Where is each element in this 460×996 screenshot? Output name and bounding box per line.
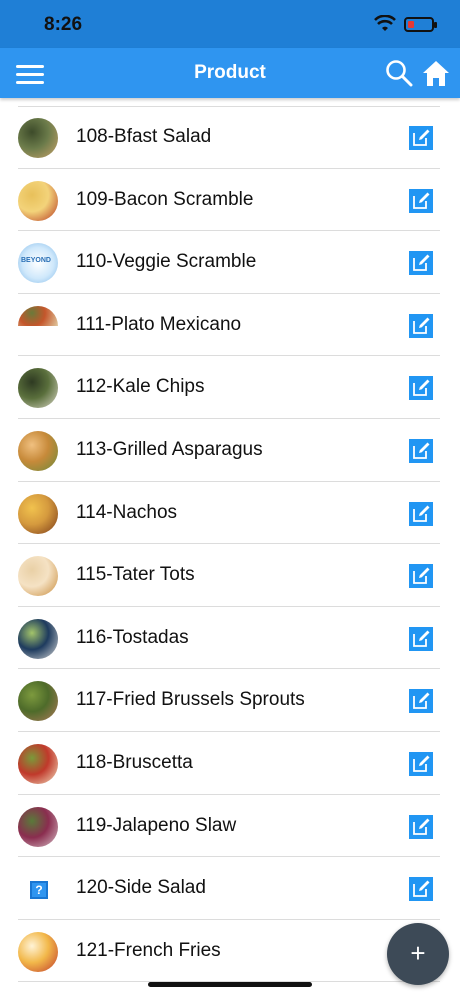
product-row[interactable]: ? 120-Side Salad <box>0 857 460 920</box>
product-thumbnail <box>18 493 58 534</box>
status-time: 8:26 <box>44 14 83 35</box>
product-name: 114-Nachos <box>76 501 178 523</box>
product-name: 120-Side Salad <box>76 877 206 899</box>
product-name: 115-Tater Tots <box>76 564 195 586</box>
brand-logo-text: BEYOND <box>21 257 51 265</box>
product-name: 112-Kale Chips <box>76 376 205 398</box>
product-name: 113-Grilled Asparagus <box>76 438 263 460</box>
product-thumbnail <box>18 806 58 847</box>
search-icon[interactable] <box>385 59 413 87</box>
product-row[interactable]: 113-Grilled Asparagus <box>0 419 460 482</box>
edit-icon[interactable] <box>409 689 433 714</box>
edit-icon[interactable] <box>409 564 433 589</box>
status-icons <box>374 15 437 33</box>
product-row[interactable]: 114-Nachos <box>0 482 460 545</box>
product-name: 108-Bfast Salad <box>76 126 212 147</box>
product-thumbnail: BEYOND <box>18 243 58 284</box>
status-bar: 8:26 <box>0 0 460 48</box>
product-row[interactable]: 109-Bacon Scramble <box>0 169 460 232</box>
wifi-icon <box>374 15 396 31</box>
edit-icon[interactable] <box>409 438 433 463</box>
edit-icon[interactable] <box>409 751 433 776</box>
product-name: 110-Veggie Scramble <box>76 251 257 273</box>
product-thumbnail <box>18 118 58 158</box>
product-row[interactable]: 118-Bruscetta <box>0 732 460 795</box>
edit-icon[interactable] <box>409 251 433 276</box>
product-row[interactable]: 119-Jalapeno Slaw <box>0 795 460 858</box>
nav-bar: Product <box>0 48 460 98</box>
product-name: 116-Tostadas <box>76 626 189 648</box>
edit-icon[interactable] <box>409 126 433 150</box>
product-name: 119-Jalapeno Slaw <box>76 814 237 836</box>
edit-icon[interactable] <box>409 501 433 526</box>
product-name: 118-Bruscetta <box>76 751 193 773</box>
product-thumbnail <box>18 618 58 659</box>
product-name: 111-Plato Mexicano <box>76 313 242 335</box>
edit-icon[interactable] <box>409 877 433 902</box>
product-row[interactable]: 115-Tater Tots <box>0 544 460 607</box>
product-row[interactable]: BEYOND 110-Veggie Scramble <box>0 231 460 294</box>
product-name: 117-Fried Brussels Sprouts <box>76 689 305 711</box>
product-row[interactable]: 117-Fried Brussels Sprouts <box>0 669 460 732</box>
product-thumbnail <box>18 931 58 972</box>
home-icon[interactable] <box>421 58 451 88</box>
product-thumbnail <box>18 305 58 326</box>
product-row[interactable]: 112-Kale Chips <box>0 356 460 419</box>
battery-icon <box>404 16 437 32</box>
product-thumbnail <box>18 430 58 471</box>
product-thumbnail <box>18 368 58 409</box>
edit-icon[interactable] <box>409 188 433 213</box>
product-name: 121-French Fries <box>76 939 221 961</box>
image-placeholder-icon: ? <box>30 881 48 900</box>
edit-icon[interactable] <box>409 626 433 651</box>
product-list: 108-Bfast Salad 109-Bacon Scramble BEYOND 1… <box>0 106 460 982</box>
home-indicator <box>148 982 312 987</box>
product-thumbnail <box>18 556 58 597</box>
product-row[interactable]: 116-Tostadas <box>0 607 460 670</box>
product-name: 109-Bacon Scramble <box>76 188 254 210</box>
edit-icon[interactable] <box>409 814 433 839</box>
edit-icon[interactable] <box>409 376 433 401</box>
product-row[interactable]: 108-Bfast Salad <box>0 106 460 169</box>
product-thumbnail <box>18 743 58 784</box>
product-row[interactable]: 111-Plato Mexicano <box>0 294 460 357</box>
product-thumbnail <box>18 180 58 221</box>
product-thumbnail <box>18 681 58 722</box>
add-icon: + <box>410 938 426 968</box>
edit-icon[interactable] <box>409 313 433 338</box>
add-product-button[interactable]: + <box>387 923 449 985</box>
